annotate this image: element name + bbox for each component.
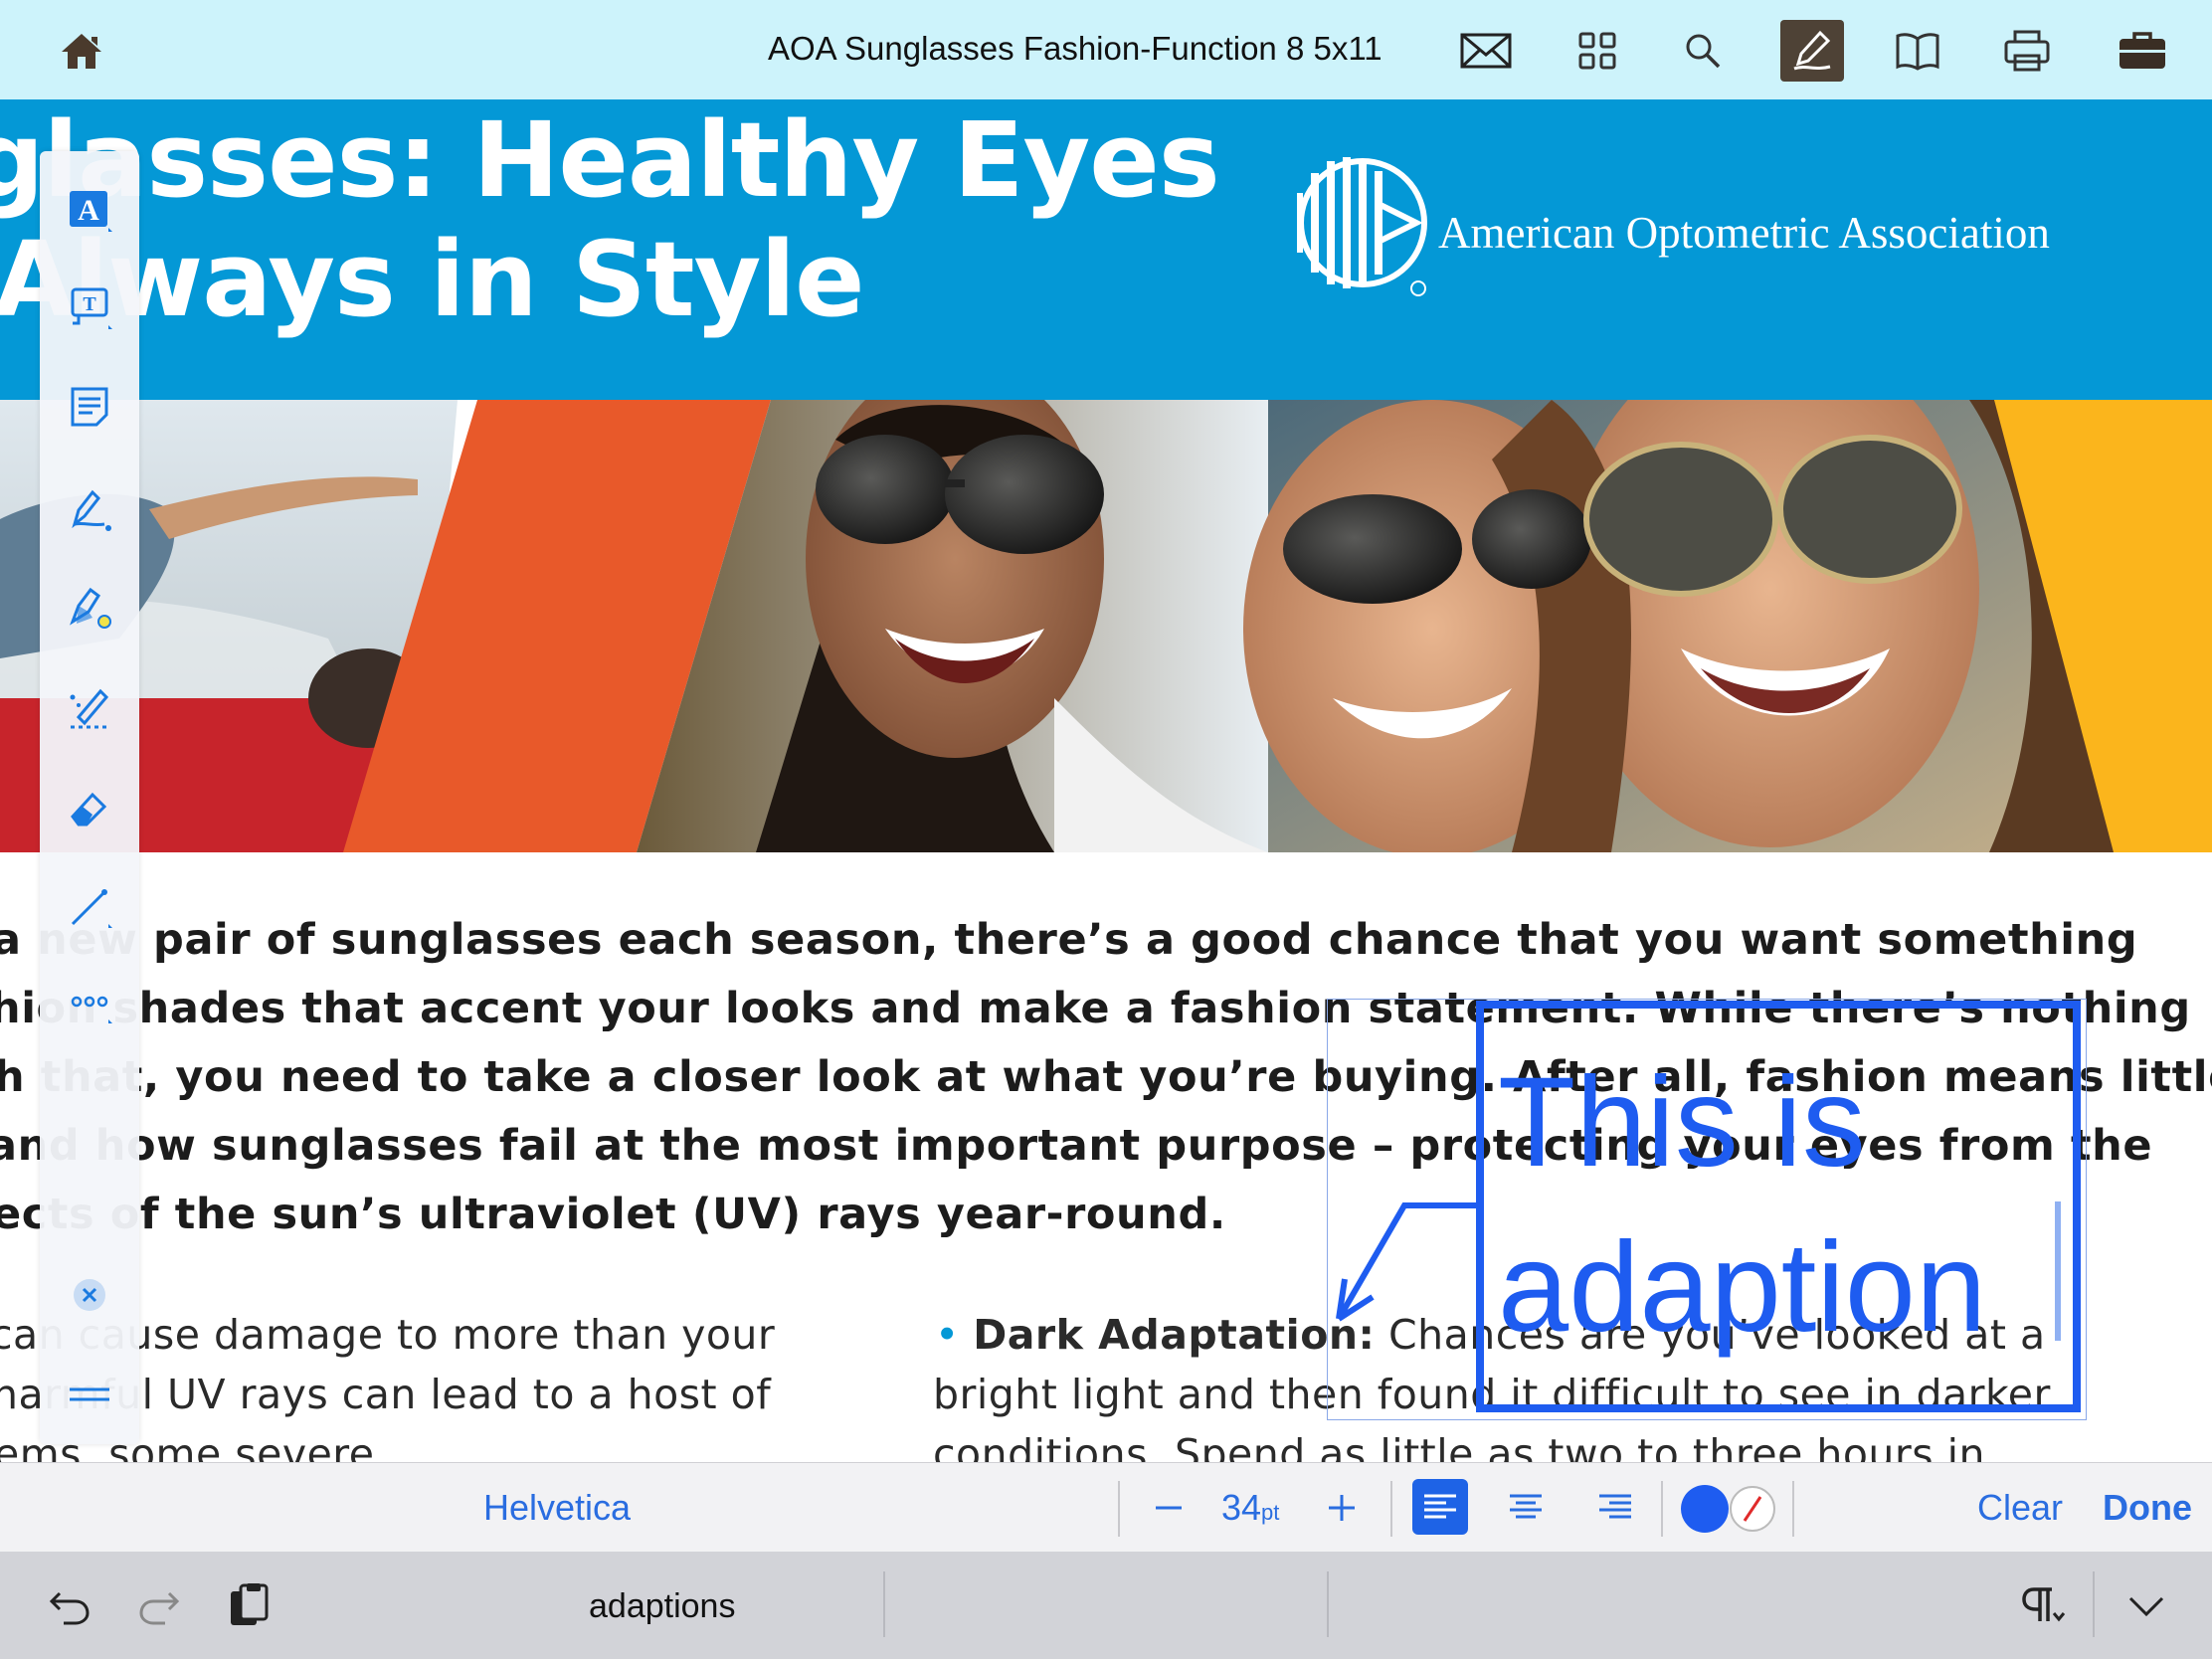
line-tool-button[interactable] xyxy=(60,877,119,937)
done-button[interactable]: Done xyxy=(2103,1487,2192,1529)
bullet: • xyxy=(935,1311,974,1359)
text-tool-button[interactable]: A xyxy=(60,181,119,241)
text-format-bar: Helvetica 34pt Clear Done xyxy=(0,1462,2212,1552)
font-size-number: 34 xyxy=(1221,1487,1262,1528)
paragraph-icon xyxy=(2022,1587,2066,1622)
annotation-toolbar: A T xyxy=(40,151,139,1444)
font-size-value: 34pt xyxy=(1221,1487,1279,1529)
organization-name: American Optometric Association xyxy=(1438,208,2050,258)
print-icon xyxy=(2004,30,2050,72)
top-navigation-bar: AOA Sunglasses Fashion-Function 8 5x11 xyxy=(0,0,2212,99)
magic-pen-icon xyxy=(70,688,109,729)
line-icon xyxy=(71,889,112,928)
briefcase-icon xyxy=(2120,32,2165,69)
align-right-icon xyxy=(1599,1494,1631,1519)
plus-icon xyxy=(1329,1495,1355,1521)
document-title: AOA Sunglasses Fashion-Function 8 5x11 xyxy=(768,30,1382,67)
aoa-logo-icon xyxy=(1297,157,1427,296)
clear-button[interactable]: Clear xyxy=(1977,1487,2063,1529)
header-banner: glasses: Healthy Eyes Always in Style Am… xyxy=(0,99,2212,400)
more-icon xyxy=(71,996,112,1023)
eraser-icon xyxy=(71,792,107,827)
callout-text[interactable]: This is adaption xyxy=(1498,1040,1986,1371)
decrease-font-size-button[interactable] xyxy=(1146,1485,1192,1531)
redo-button[interactable] xyxy=(129,1575,189,1635)
dismiss-keyboard-button[interactable] xyxy=(2117,1575,2176,1635)
magic-pen-tool-button[interactable] xyxy=(60,678,119,738)
paragraph-line-1: a new pair of sunglasses each season, th… xyxy=(0,915,2138,965)
annotate-pen-icon xyxy=(1793,30,1831,71)
undo-button[interactable] xyxy=(40,1575,99,1635)
drag-handle-icon xyxy=(70,1387,109,1401)
eraser-tool-button[interactable] xyxy=(60,780,119,839)
mail-button[interactable] xyxy=(1454,22,1518,80)
toolbar-drag-handle[interactable] xyxy=(60,1365,119,1424)
align-center-icon xyxy=(1510,1494,1542,1519)
highlighter-icon xyxy=(70,587,111,629)
note-tool-button[interactable] xyxy=(60,378,119,438)
paragraph-format-button[interactable] xyxy=(2013,1575,2073,1635)
headline-line-1: glasses: Healthy Eyes xyxy=(0,99,1220,221)
reading-mode-button[interactable] xyxy=(1886,22,1949,80)
divider xyxy=(2093,1571,2095,1637)
autocorrect-suggestion[interactable]: adaptions xyxy=(589,1587,735,1626)
divider xyxy=(1661,1481,1663,1537)
callout-text-line-1: This is xyxy=(1498,1051,1866,1194)
note-icon xyxy=(71,387,108,427)
keyboard-shortcut-bar: adaptions xyxy=(0,1552,2212,1659)
highlighter-tool-button[interactable] xyxy=(60,579,119,639)
print-button[interactable] xyxy=(1995,22,2059,80)
thumbnails-button[interactable] xyxy=(1566,22,1629,80)
increase-font-size-button[interactable] xyxy=(1319,1485,1365,1531)
text-annotation-icon: A xyxy=(70,191,112,232)
dark-adaptation-line-3: conditions. Spend as little as two to th… xyxy=(933,1430,1986,1462)
divider xyxy=(1390,1481,1392,1537)
search-button[interactable] xyxy=(1671,22,1735,80)
redo-icon xyxy=(139,1591,180,1625)
align-center-button[interactable] xyxy=(1498,1479,1554,1535)
svg-text:A: A xyxy=(78,194,99,227)
clipboard-icon xyxy=(231,1583,269,1625)
font-picker[interactable]: Helvetica xyxy=(483,1487,631,1529)
align-left-icon xyxy=(1424,1494,1456,1519)
document-page[interactable]: glasses: Healthy Eyes Always in Style Am… xyxy=(0,99,2212,1462)
undo-icon xyxy=(49,1591,90,1625)
align-left-button[interactable] xyxy=(1412,1479,1468,1535)
callout-text-line-2: adaption xyxy=(1498,1216,1987,1359)
font-size-unit: pt xyxy=(1261,1500,1280,1525)
divider xyxy=(1792,1481,1794,1537)
no-fill-icon xyxy=(1730,1486,1775,1532)
more-tools-button[interactable] xyxy=(60,973,119,1032)
textbox-tool-button[interactable]: T xyxy=(60,278,119,338)
minus-icon xyxy=(1156,1506,1182,1510)
mail-icon xyxy=(1460,33,1512,69)
pen-icon xyxy=(72,489,111,531)
divider xyxy=(1118,1481,1120,1537)
svg-text:T: T xyxy=(83,293,96,315)
bullet-title: Dark Adaptation: xyxy=(973,1311,1376,1359)
home-button[interactable] xyxy=(50,22,113,80)
textbox-icon: T xyxy=(71,287,112,329)
pen-tool-button[interactable] xyxy=(60,479,119,539)
align-right-button[interactable] xyxy=(1587,1479,1643,1535)
color-swatch-icon xyxy=(1681,1485,1729,1533)
home-icon xyxy=(62,34,101,69)
paste-button[interactable] xyxy=(219,1575,278,1635)
text-cursor xyxy=(2055,1201,2061,1341)
fill-color-button[interactable] xyxy=(1725,1481,1780,1537)
grid-icon xyxy=(1578,32,1616,70)
close-icon xyxy=(74,1279,105,1311)
annotate-button[interactable] xyxy=(1780,20,1844,82)
chevron-down-icon xyxy=(2128,1596,2164,1617)
divider xyxy=(1327,1571,1329,1637)
sunglasses-photo-strip xyxy=(0,400,2212,852)
search-icon xyxy=(1686,34,1721,69)
book-icon xyxy=(1896,33,1939,71)
tools-button[interactable] xyxy=(2111,22,2174,80)
divider xyxy=(883,1571,885,1637)
paragraph-line-5: ects of the sun’s ultraviolet (UV) rays … xyxy=(0,1190,1226,1239)
close-toolbar-button[interactable] xyxy=(60,1265,119,1325)
